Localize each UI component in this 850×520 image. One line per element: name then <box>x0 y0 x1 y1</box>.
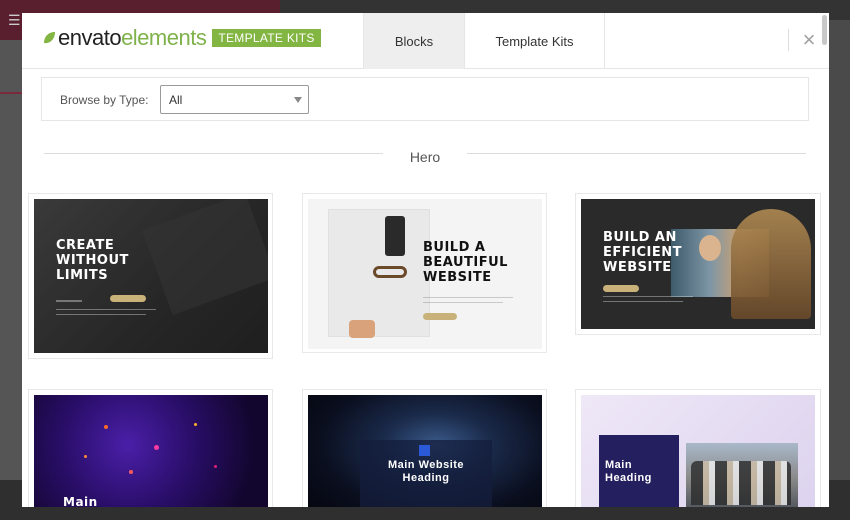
background-sidebar <box>0 40 22 520</box>
logo-text-envato: envato <box>58 25 122 50</box>
template-thumbnail: Main <box>34 395 268 507</box>
section-divider-left <box>44 153 383 154</box>
modal-header: envato elements TEMPLATE KITS Blocks Tem… <box>22 13 829 69</box>
template-thumbnail: BUILD AN EFFICIENT WEBSITE <box>581 199 815 329</box>
template-card[interactable]: CREATE WITHOUT LIMITS <box>28 193 273 359</box>
template-card[interactable]: Main Heading <box>575 389 821 507</box>
template-thumbnail: Main Heading <box>581 395 815 507</box>
type-select[interactable]: All <box>160 85 309 114</box>
chevron-down-icon <box>294 97 302 103</box>
scrollbar-thumb[interactable] <box>822 15 827 45</box>
tab-template-kits-label: Template Kits <box>495 33 574 49</box>
template-kits-badge: TEMPLATE KITS <box>212 29 321 47</box>
thumbnail-heading: Main Heading <box>605 459 652 484</box>
type-select-value: All <box>169 93 183 107</box>
template-library-modal: envato elements TEMPLATE KITS Blocks Tem… <box>22 13 829 507</box>
template-thumbnail: CREATE WITHOUT LIMITS <box>34 199 268 353</box>
template-card[interactable]: BUILD AN EFFICIENT WEBSITE <box>575 193 821 335</box>
tab-blocks-label: Blocks <box>394 33 434 49</box>
tab-blocks[interactable]: Blocks <box>363 13 464 69</box>
tab-template-kits[interactable]: Template Kits <box>464 13 605 69</box>
thumbnail-heading: Main <box>63 495 98 507</box>
browse-by-type-label: Browse by Type: <box>60 93 149 107</box>
product-photo <box>328 209 430 338</box>
header-divider <box>788 29 789 51</box>
thumbnail-heading: BUILD A BEAUTIFUL WEBSITE <box>423 240 508 285</box>
logo-text-elements: elements <box>121 25 207 50</box>
filter-bar: Browse by Type: All <box>41 77 809 121</box>
envato-elements-logo: envato elements TEMPLATE KITS <box>42 25 321 50</box>
template-thumbnail: Main Website Heading <box>308 395 542 507</box>
section-divider-right <box>467 153 806 154</box>
template-card[interactable]: Main Website Heading <box>302 389 547 507</box>
template-thumbnail: BUILD A BEAUTIFUL WEBSITE <box>308 199 542 349</box>
thumbnail-heading: CREATE WITHOUT LIMITS <box>56 238 129 283</box>
close-icon[interactable]: × <box>800 27 818 53</box>
leaf-icon <box>44 32 55 44</box>
thumbnail-heading: BUILD AN EFFICIENT WEBSITE <box>603 230 682 275</box>
section-title: Hero <box>409 149 441 165</box>
template-card[interactable]: BUILD A BEAUTIFUL WEBSITE <box>302 193 547 353</box>
thumbnail-heading: Main Website Heading <box>387 459 465 484</box>
hamburger-icon: ☰ <box>8 12 21 28</box>
star-icon <box>419 445 430 456</box>
template-card[interactable]: Main <box>28 389 273 507</box>
